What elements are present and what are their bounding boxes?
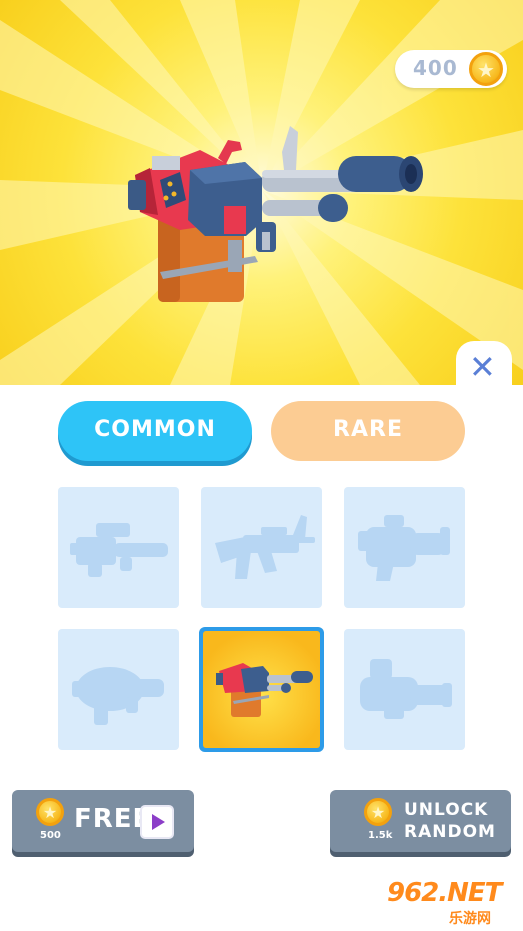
star-coin-icon: ★: [36, 798, 64, 826]
close-icon: ✕: [469, 348, 496, 386]
site-watermark: 962.NET 乐游网: [383, 878, 521, 928]
currency-amount: 400: [413, 56, 458, 80]
weapon-slot-locked[interactable]: [58, 629, 179, 750]
unlock-random-button[interactable]: ★ 1.5k UNLOCK RANDOM: [330, 790, 511, 852]
close-button[interactable]: ✕: [456, 341, 512, 391]
free-price: 500: [40, 830, 61, 841]
free-button[interactable]: ★ 500 FREE: [12, 790, 194, 852]
watermark-logo: 962.NET: [387, 878, 502, 908]
minigun-silhouette-icon: [360, 659, 452, 719]
weapon-slot-selected[interactable]: [199, 627, 324, 752]
tab-common[interactable]: COMMON: [58, 401, 252, 461]
star-coin-icon: ★: [469, 52, 503, 86]
weapon-slot-locked[interactable]: [201, 487, 322, 608]
blaster-silhouette-icon: [358, 515, 450, 581]
machine-gun-icon: [216, 663, 313, 717]
currency-counter: 400 ★: [395, 50, 507, 88]
grenade-launcher-silhouette-icon: [72, 667, 164, 725]
heavy-machine-gun-thumbnail: [203, 631, 320, 748]
weapon-slot-locked[interactable]: [344, 629, 465, 750]
ak-silhouette-icon: [215, 515, 315, 579]
tab-rare[interactable]: RARE: [271, 401, 465, 461]
unlock-label-line2: RANDOM: [404, 822, 496, 842]
unlock-label-line1: UNLOCK: [404, 800, 489, 820]
unlock-price: 1.5k: [368, 830, 393, 841]
play-icon: [140, 805, 174, 839]
watermark-subtext: 乐游网: [449, 911, 491, 927]
rifle-silhouette-icon: [70, 523, 168, 577]
weapon-slot-locked[interactable]: [344, 487, 465, 608]
unlock-label: UNLOCK RANDOM: [404, 799, 496, 843]
weapon-slot-locked[interactable]: [58, 487, 179, 608]
star-coin-icon: ★: [364, 798, 392, 826]
weapon-preview-panel: 400 ★: [0, 0, 523, 385]
